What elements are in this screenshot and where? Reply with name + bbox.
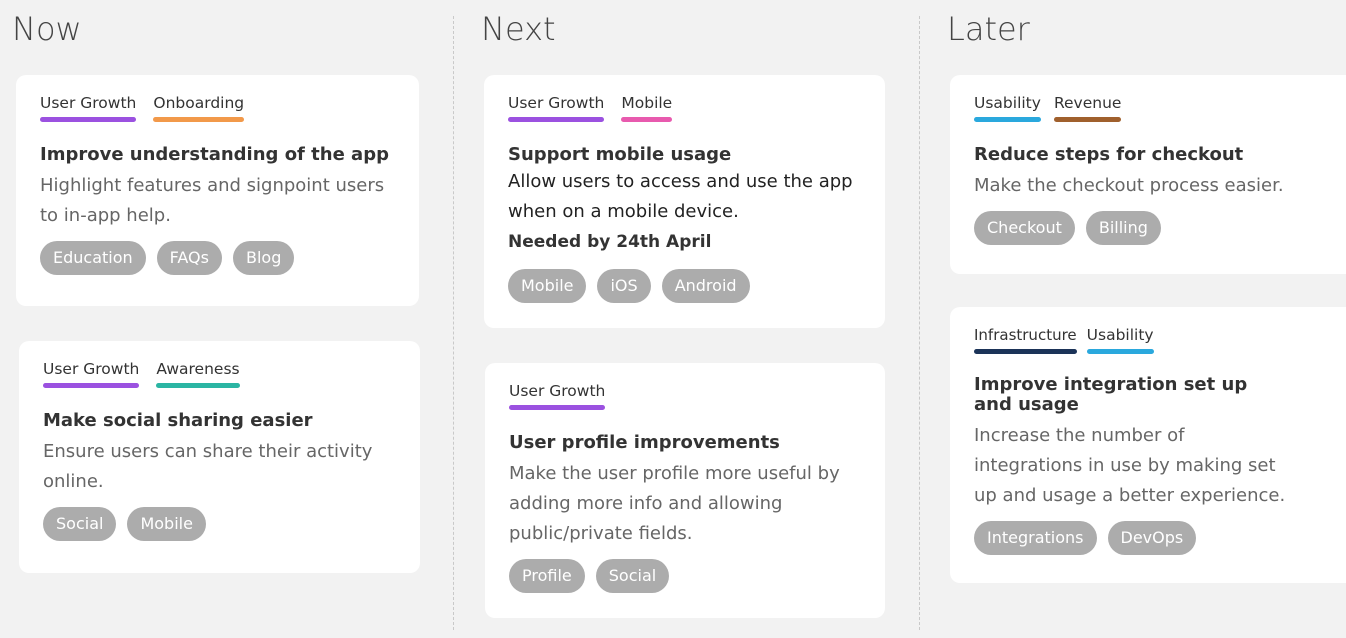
tag-list: Education FAQs Blog [40,241,395,275]
theme-list: Usability Revenue [974,93,1322,123]
theme-usability: Usability [1086,325,1154,354]
roadmap-card[interactable]: User Growth Awareness Make social sharin… [19,341,420,573]
theme-label: User Growth [508,94,605,112]
theme-color-bar [43,383,140,388]
theme-color-bar [974,117,1041,122]
card-title: Improve integration set up and usage [974,374,1248,415]
tag-social[interactable]: Social [43,507,117,541]
card-description: Increase the number of integrations in u… [974,425,1286,506]
theme-color-bar [1086,349,1154,354]
theme-label: User Growth [509,382,606,400]
tag-social[interactable]: Social [595,559,670,593]
tag-ios[interactable]: iOS [597,269,651,303]
theme-user-growth: User Growth [43,359,140,388]
theme-user-growth: User Growth [508,93,605,122]
tag-list: Checkout Billing [974,211,1322,245]
card-description: Allow users to access and use the app wh… [508,171,853,222]
theme-label: Usability [974,94,1041,112]
theme-list: User Growth Mobile [508,93,861,123]
column-title-later: Later [947,10,1030,48]
tag-list: Social Mobile [43,507,396,541]
card-title: Reduce steps for checkout [974,144,1244,165]
theme-user-growth: User Growth [509,381,606,410]
card-description: Highlight features and signpoint users t… [40,175,385,226]
theme-color-bar [508,117,605,122]
theme-label: Infrastructure [974,326,1077,344]
tag-profile[interactable]: Profile [509,559,585,593]
roadmap-card[interactable]: Infrastructure Usability Improve integra… [950,307,1346,583]
theme-usability: Usability [974,93,1041,122]
theme-mobile: Mobile [621,93,673,122]
card-description: Ensure users can share their activity on… [43,441,373,492]
column-divider [919,16,920,630]
card-deadline-note: Needed by 24th April [508,232,712,252]
theme-list: User Growth [509,381,861,411]
column-divider [453,16,454,630]
theme-label: Awareness [156,360,240,378]
tag-checkout[interactable]: Checkout [974,211,1075,245]
tag-list: Profile Social [509,559,861,593]
theme-label: Mobile [621,94,673,112]
theme-color-bar [156,383,240,388]
roadmap-card[interactable]: User Growth Onboarding Improve understan… [16,75,419,306]
theme-list: User Growth Awareness [43,359,396,389]
column-title-next: Next [481,10,556,48]
tag-android[interactable]: Android [661,269,750,303]
roadmap-card[interactable]: User Growth Mobile Support mobile usage … [484,75,885,328]
tag-integrations[interactable]: Integrations [974,521,1097,555]
tag-blog[interactable]: Blog [232,241,295,275]
theme-color-bar [40,117,137,122]
tag-mobile[interactable]: Mobile [127,507,206,541]
theme-onboarding: Onboarding [153,93,245,122]
card-title: Improve understanding of the app [40,144,389,165]
card-title: Support mobile usage [508,144,732,165]
tag-list: Mobile iOS Android [508,269,861,303]
theme-user-growth: User Growth [40,93,137,122]
theme-label: Onboarding [153,94,245,112]
theme-label: Usability [1086,326,1154,344]
theme-color-bar [974,349,1077,354]
theme-infrastructure: Infrastructure [974,325,1077,354]
card-title: User profile improvements [509,432,780,453]
theme-color-bar [509,405,606,410]
theme-list: Infrastructure Usability [974,325,1322,355]
theme-label: User Growth [40,94,137,112]
theme-color-bar [621,117,673,122]
theme-color-bar [1053,117,1122,122]
tag-faqs[interactable]: FAQs [156,241,222,275]
theme-awareness: Awareness [156,359,240,388]
theme-list: User Growth Onboarding [40,93,395,123]
tag-devops[interactable]: DevOps [1107,521,1197,555]
theme-color-bar [153,117,245,122]
card-description: Make the user profile more useful by add… [509,463,840,544]
tag-mobile[interactable]: Mobile [508,269,587,303]
card-description: Make the checkout process easier. [974,175,1284,196]
roadmap-card[interactable]: Usability Revenue Reduce steps for check… [950,75,1346,274]
theme-revenue: Revenue [1053,93,1122,122]
tag-list: Integrations DevOps [974,521,1322,555]
theme-label: User Growth [43,360,140,378]
card-title: Make social sharing easier [43,410,313,431]
tag-billing[interactable]: Billing [1085,211,1161,245]
column-title-now: Now [12,10,82,48]
tag-education[interactable]: Education [40,241,146,275]
roadmap-card[interactable]: User Growth User profile improvements Ma… [485,363,885,618]
theme-label: Revenue [1053,94,1122,112]
